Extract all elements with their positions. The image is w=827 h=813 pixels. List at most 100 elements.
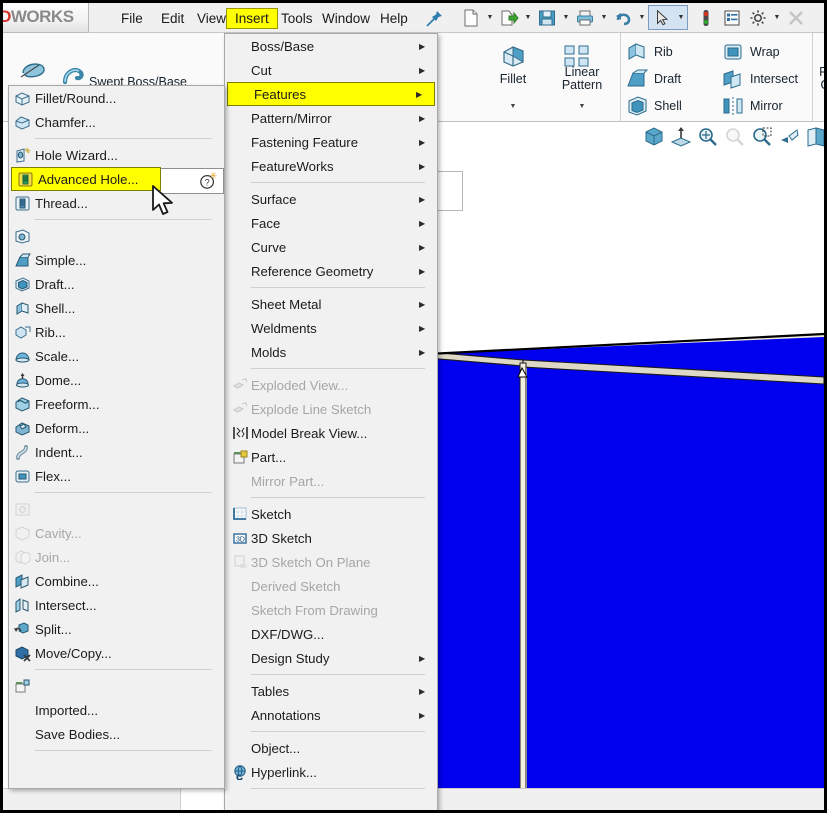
view-orientation-icon[interactable] [643,126,665,148]
insert-menu-item-hyperlink[interactable]: Hyperlink... [225,760,437,784]
intersect-command[interactable]: Intersect [721,68,798,90]
insert-menu-item-featureworks[interactable]: FeatureWorks ▶ [225,154,437,178]
solidworks-logo-tab[interactable]: LIDWORKS [3,3,89,33]
features-menu-item-thread[interactable]: Thread... [9,191,224,215]
features-menu-item-fillet-round[interactable]: Fillet/Round... [9,86,224,110]
menu-edit[interactable]: Edit [153,8,192,29]
linear-pattern-dropdown-arrow[interactable]: ▼ [546,103,618,110]
wrap-command[interactable]: Wrap [721,41,780,63]
svg-text:✳: ✳ [210,172,217,180]
features-menu-item-chamfer[interactable]: Chamfer... [9,110,224,134]
linear-pattern-label[interactable]: Linear Pattern [546,66,618,92]
rebuild-icon[interactable] [693,5,719,31]
features-menu-item-advanced-hole[interactable]: Advanced Hole... [11,167,161,191]
fillet-label[interactable]: Fillet [482,73,544,86]
features-menu-item-rib[interactable]: Shell... [9,296,224,320]
features-menu-item-imported[interactable] [9,674,224,698]
features-menu-item-deform[interactable]: Freeform... [9,392,224,416]
insert-menu-item-face[interactable]: Face ▶ [225,211,437,235]
insert-menu-item-3d-sketch[interactable]: 3D 3D Sketch [225,526,437,550]
print-dropdown-arrow[interactable]: ▼ [598,5,610,31]
menu-help[interactable]: Help [372,8,416,29]
insert-menu-item-part[interactable]: Part... [225,445,437,469]
features-menu-item-create-assembly[interactable]: Save Bodies... [9,722,224,746]
section-view-icon[interactable] [670,126,692,148]
features-menu-item-dome[interactable]: Scale... [9,344,224,368]
open-document-dropdown-arrow[interactable]: ▼ [522,5,534,31]
new-document-dropdown-arrow[interactable]: ▼ [484,5,496,31]
insert-menu-item-curve[interactable]: Curve ▶ [225,235,437,259]
print-icon[interactable] [572,5,598,31]
rib-label: Rib [654,45,673,59]
rib-command[interactable]: Rib [625,41,673,63]
features-menu-item-draft[interactable]: Simple... [9,248,224,272]
options-dropdown-arrow[interactable]: ▼ [771,5,783,31]
insert-menu-item-dxf-dwg[interactable]: DXF/DWG... [225,622,437,646]
draft-command[interactable]: Draft [625,68,681,90]
wrap-label: Wrap [750,45,780,59]
fillet-dropdown-arrow[interactable]: ▼ [482,103,544,110]
insert-menu-item-surface[interactable]: Surface ▶ [225,187,437,211]
zoom-to-area-icon[interactable] [724,126,746,148]
features-menu-item-delete-keep-body[interactable]: Move/Copy... [9,641,224,665]
undo-icon[interactable] [610,5,636,31]
pushpin-icon[interactable] [424,9,444,29]
features-menu-item-move-copy[interactable]: Split... [9,617,224,641]
insert-menu-item-design-study[interactable]: Design Study ▶ [225,646,437,670]
features-menu-item-shell[interactable]: Draft... [9,272,224,296]
insert-menu-item-sketch[interactable]: Sketch [225,502,437,526]
save-dropdown-arrow[interactable]: ▼ [560,5,572,31]
revolved-boss-icon[interactable] [17,55,51,85]
select-tool-group[interactable]: ▼ [648,5,688,30]
insert-menu-item-molds[interactable]: Molds ▶ [225,340,437,364]
insert-menu-item-fastening-feature[interactable]: Fastening Feature ▶ [225,130,437,154]
features-menu-item-intersect[interactable]: Combine... [9,569,224,593]
zoom-to-fit-icon[interactable] [697,126,719,148]
insert-menu-item-reference-geometry[interactable]: Reference Geometry ▶ [225,259,437,283]
insert-menu-item-object[interactable]: Object... [225,736,437,760]
features-menu-item-customize-menu[interactable] [9,755,224,779]
features-menu-item-save-bodies[interactable]: Imported... [9,698,224,722]
features-menu-item-simple[interactable] [9,224,224,248]
features-menu-item-wrap[interactable]: Flex... [9,464,224,488]
insert-menu-item-pattern-mirror[interactable]: Pattern/Mirror ▶ [225,106,437,130]
save-icon[interactable] [534,5,560,31]
help-asterisk-icon[interactable]: ? ✳ [199,172,217,190]
insert-menu-item-cut[interactable]: Cut ▶ [225,58,437,82]
features-menu-item-flex[interactable]: Indent... [9,440,224,464]
insert-menu-item-tables[interactable]: Tables ▶ [225,679,437,703]
insert-menu-item-sheet-metal[interactable]: Sheet Metal ▶ [225,292,437,316]
file-properties-icon[interactable] [719,5,745,31]
insert-menu-item-weldments[interactable]: Weldments ▶ [225,316,437,340]
zoom-in-out-icon[interactable] [751,126,773,148]
mirror-command[interactable]: Mirror [721,95,783,117]
display-style-icon[interactable] [805,126,824,148]
rotate-view-icon[interactable] [778,126,800,148]
reference-geometry-dropdown-arrow[interactable]: ▼ [809,103,824,110]
options-gear-icon[interactable] [745,5,771,31]
features-menu-item-freeform[interactable]: Dome... [9,368,224,392]
menu-window[interactable]: Window [314,8,378,29]
insert-menu-item-model-break-view[interactable]: Model Break View... [225,421,437,445]
insert-menu-item-annotations[interactable]: Annotations ▶ [225,703,437,727]
fillet-icon[interactable] [498,43,528,69]
open-document-icon[interactable] [496,5,522,31]
insert-menu-item-features[interactable]: Features ▶ [227,82,435,106]
menu-insert[interactable]: Insert [226,8,278,29]
close-icon[interactable] [783,5,809,31]
features-menu-item-hole-wizard[interactable]: Hole Wizard... [9,143,224,167]
menu-file[interactable]: File [113,8,151,29]
new-document-icon[interactable] [458,5,484,31]
insert-dropdown-menu[interactable]: Boss/Base ▶ Cut ▶ Features ▶ Pattern/Mirror… [224,33,438,810]
features-menu-item-indent[interactable]: Deform... [9,416,224,440]
features-menu-item-split[interactable]: Intersect... [9,593,224,617]
features-submenu[interactable]: Fillet/Round... Chamfer... Hole Wizard..… [8,85,225,789]
swept-boss-icon[interactable] [61,65,89,87]
undo-dropdown-arrow[interactable]: ▼ [636,5,648,31]
shell-command[interactable]: Shell [625,95,682,117]
insert-menu-item-boss-base[interactable]: Boss/Base ▶ [225,34,437,58]
features-menu-item-scale[interactable]: Rib... [9,320,224,344]
select-cursor-icon[interactable] [649,5,675,31]
select-dropdown-arrow[interactable]: ▼ [675,5,687,31]
reference-geometry-label[interactable]: ReferenceGeometry [809,66,824,92]
